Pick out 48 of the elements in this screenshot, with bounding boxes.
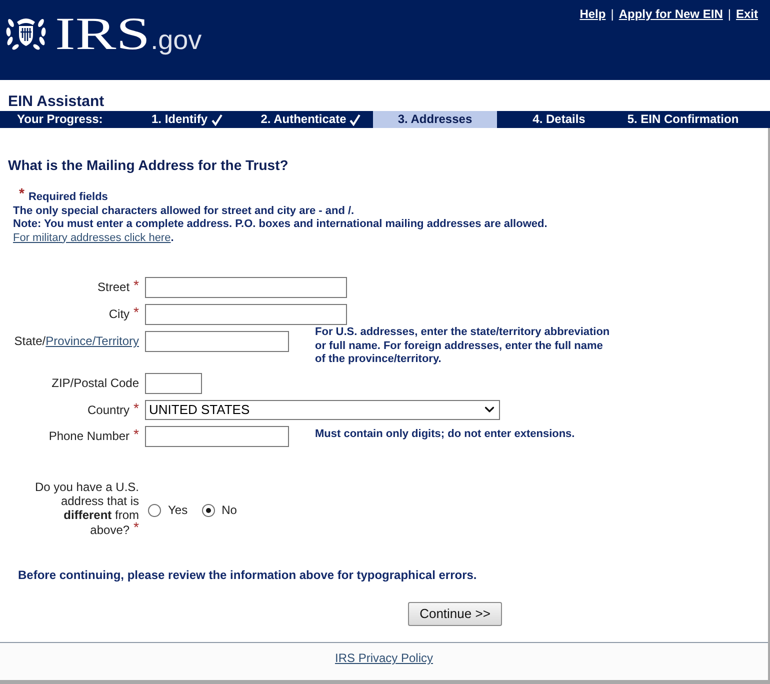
required-asterisk: *: [134, 426, 139, 440]
step-label: 5. EIN Confirmation: [627, 112, 739, 127]
military-address-link[interactable]: For military addresses click here: [13, 232, 171, 244]
continue-button[interactable]: Continue >>: [408, 602, 502, 626]
input-field[interactable]: [145, 372, 202, 394]
review-note: Before continuing, please review the information above for typographical errors.: [18, 568, 477, 582]
field-label: State/Province/Territory: [14, 334, 139, 349]
military-note: For military addresses click here.: [13, 232, 174, 245]
field-hint: Must contain only digits; do not enter extensions.: [315, 428, 576, 441]
step-label: 2. Authenticate: [260, 112, 346, 127]
label-link[interactable]: Province/Territory: [46, 334, 139, 348]
step-label: 3. Addresses: [398, 112, 472, 127]
page-heading: What is the Mailing Address for the Trust?: [8, 156, 288, 174]
app-title: EIN Assistant: [8, 93, 104, 110]
logo-domain-text: .gov: [150, 27, 202, 54]
note-text: Note: You must enter a complete address. P.O. boxes and international mailing addresses are allowed.: [13, 218, 548, 232]
radio-button[interactable]: [202, 504, 215, 516]
radio-label: Yes: [168, 502, 188, 518]
step-label: 1. Identify: [151, 112, 208, 127]
question-label: Do you have a U.S. address that is different from above? *: [34, 480, 139, 536]
radio-button[interactable]: [148, 504, 161, 516]
field-label: ZIP/Postal Code: [52, 376, 139, 390]
field-label: Phone Number: [48, 428, 130, 444]
required-asterisk: *: [134, 400, 139, 414]
required-fields-note: Required fields: [28, 191, 108, 204]
note-text: The only special characters allowed for street and city are - and /.: [13, 204, 354, 218]
logo-text: IRS: [55, 11, 150, 57]
link-separator: |: [610, 7, 614, 22]
input-field[interactable]: [145, 304, 347, 325]
field-label: City: [108, 307, 130, 322]
field-label: Street: [98, 280, 130, 295]
input-field[interactable]: [145, 426, 289, 446]
field-label: Country: [88, 402, 130, 418]
radio-label: No: [222, 502, 237, 518]
header-link[interactable]: Exit: [736, 7, 758, 22]
privacy-policy-link[interactable]: IRS Privacy Policy: [334, 651, 434, 666]
link-separator: |: [728, 7, 731, 22]
dropdown-field[interactable]: UNITED STATES: [145, 400, 500, 420]
input-field[interactable]: [145, 277, 347, 298]
required-asterisk: *: [134, 278, 139, 292]
step-label: 4. Details: [532, 112, 586, 127]
header-link[interactable]: Help: [580, 7, 606, 22]
required-asterisk: *: [19, 186, 24, 200]
field-hint: For U.S. addresses, enter the state/territory abbreviation or full name. For foreign addresses, enter the full name of the province/territory.: [315, 326, 611, 366]
required-asterisk: *: [134, 305, 139, 319]
progress-label: Your Progress:: [17, 112, 103, 127]
input-field[interactable]: [145, 331, 289, 352]
header-link[interactable]: Apply for New EIN: [618, 7, 723, 22]
